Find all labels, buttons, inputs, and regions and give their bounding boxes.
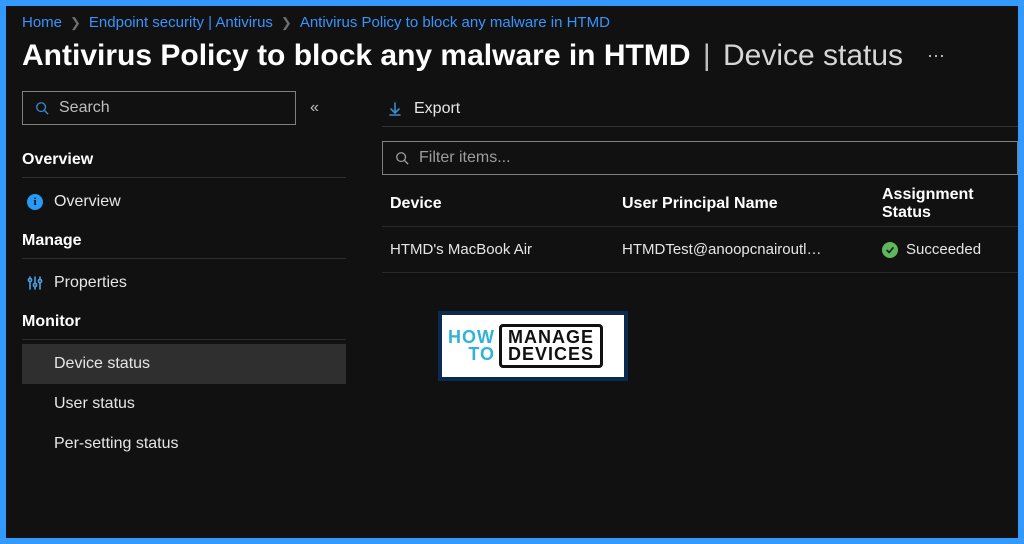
watermark-devices: DEVICES bbox=[508, 346, 594, 363]
breadcrumb: Home ❯ Endpoint security | Antivirus ❯ A… bbox=[6, 6, 1018, 35]
sidebar-item-user-status[interactable]: User status bbox=[22, 384, 346, 424]
watermark-logo: HOW TO MANAGE DEVICES bbox=[438, 311, 628, 381]
table-row[interactable]: HTMD's MacBook Air HTMDTest@anoopcnairou… bbox=[382, 227, 1018, 273]
breadcrumb-home[interactable]: Home bbox=[22, 14, 62, 31]
main-pane: Export Device User Principal Name Assign… bbox=[358, 91, 1018, 523]
export-button[interactable]: Export bbox=[382, 98, 464, 120]
export-button-label: Export bbox=[414, 100, 460, 118]
breadcrumb-policy[interactable]: Antivirus Policy to block any malware in… bbox=[300, 14, 610, 31]
search-icon bbox=[33, 99, 51, 117]
sidebar-item-label: Per-setting status bbox=[54, 435, 179, 453]
chevron-right-icon: ❯ bbox=[70, 15, 81, 31]
collapse-sidebar-icon[interactable]: « bbox=[310, 99, 319, 117]
page-title-separator: | bbox=[703, 39, 711, 72]
results-table: Device User Principal Name Assignment St… bbox=[382, 181, 1018, 273]
watermark-to: TO bbox=[468, 346, 495, 363]
chevron-right-icon: ❯ bbox=[281, 15, 292, 31]
info-icon: i bbox=[26, 193, 44, 211]
filter-items[interactable] bbox=[382, 141, 1018, 175]
section-header-overview: Overview bbox=[22, 141, 346, 178]
sidebar-item-per-setting-status[interactable]: Per-setting status bbox=[22, 424, 346, 464]
col-header-upn[interactable]: User Principal Name bbox=[622, 195, 882, 213]
more-actions-button[interactable]: ⋯ bbox=[927, 46, 947, 67]
section-header-manage: Manage bbox=[22, 222, 346, 259]
sidebar-item-label: User status bbox=[54, 395, 135, 413]
sidebar-item-properties[interactable]: Properties bbox=[22, 263, 346, 303]
cell-device: HTMD's MacBook Air bbox=[382, 241, 622, 258]
sliders-icon bbox=[26, 274, 44, 292]
sidebar: « Overview i Overview Manage Properties bbox=[6, 91, 358, 523]
sidebar-item-overview[interactable]: i Overview bbox=[22, 182, 346, 222]
sidebar-search[interactable] bbox=[22, 91, 296, 125]
col-header-device[interactable]: Device bbox=[382, 195, 622, 213]
sidebar-item-device-status[interactable]: Device status bbox=[22, 344, 346, 384]
cell-upn: HTMDTest@anoopcnairoutl… bbox=[622, 241, 882, 258]
sidebar-item-label: Device status bbox=[54, 355, 150, 373]
download-icon bbox=[386, 100, 404, 118]
sidebar-item-label: Overview bbox=[54, 193, 121, 211]
col-header-status[interactable]: Assignment Status bbox=[882, 186, 1018, 222]
toolbar: Export bbox=[382, 91, 1018, 127]
page-title: Antivirus Policy to block any malware in… bbox=[22, 39, 903, 73]
success-icon bbox=[882, 242, 898, 258]
filter-items-input[interactable] bbox=[419, 149, 1007, 167]
breadcrumb-endpoint-security[interactable]: Endpoint security | Antivirus bbox=[89, 14, 273, 31]
cell-status-text: Succeeded bbox=[906, 241, 981, 258]
page-title-main: Antivirus Policy to block any malware in… bbox=[22, 39, 690, 72]
sidebar-search-input[interactable] bbox=[59, 99, 285, 117]
sidebar-item-label: Properties bbox=[54, 274, 127, 292]
cell-status: Succeeded bbox=[882, 241, 1018, 258]
table-header-row: Device User Principal Name Assignment St… bbox=[382, 181, 1018, 227]
section-header-monitor: Monitor bbox=[22, 303, 346, 340]
page-title-sub: Device status bbox=[723, 39, 903, 72]
search-icon bbox=[393, 149, 411, 167]
